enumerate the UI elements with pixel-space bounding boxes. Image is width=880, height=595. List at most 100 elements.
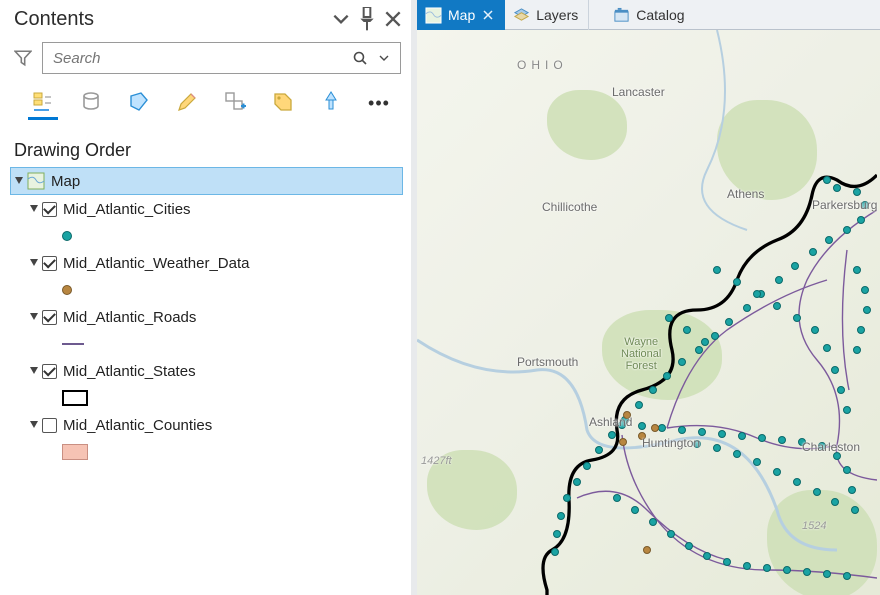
city-point[interactable] [573,478,581,486]
city-point[interactable] [608,431,616,439]
city-point[interactable] [763,564,771,572]
city-point[interactable] [718,430,726,438]
layer-node[interactable]: Mid_Atlantic_Roads [26,303,403,331]
city-point[interactable] [713,444,721,452]
city-point[interactable] [778,436,786,444]
city-point[interactable] [557,512,565,520]
tab-map[interactable]: Map [417,0,505,30]
city-point[interactable] [833,184,841,192]
list-by-labeling-button[interactable] [268,86,298,120]
weather-point[interactable] [619,438,627,446]
city-point[interactable] [813,488,821,496]
layer-node[interactable]: Mid_Atlantic_Weather_Data [26,249,403,277]
city-point[interactable] [711,332,719,340]
city-point[interactable] [851,506,859,514]
layer-node[interactable]: Mid_Atlantic_Counties [26,411,403,439]
city-point[interactable] [635,401,643,409]
map-canvas[interactable]: OHIO Wayne National Forest Lancas [417,30,880,595]
list-by-data-source-button[interactable] [76,86,106,120]
search-input[interactable] [53,50,348,67]
city-point[interactable] [843,226,851,234]
caret-icon[interactable] [28,365,40,377]
pin-icon[interactable] [357,9,377,29]
city-point[interactable] [743,562,751,570]
city-point[interactable] [703,552,711,560]
city-point[interactable] [698,428,706,436]
caret-icon[interactable] [28,257,40,269]
list-by-editing-button[interactable] [172,86,202,120]
city-point[interactable] [733,278,741,286]
city-point[interactable] [823,344,831,352]
layer-node[interactable]: Mid_Atlantic_Cities [26,195,403,223]
city-point[interactable] [823,176,831,184]
city-point[interactable] [701,338,709,346]
city-point[interactable] [631,506,639,514]
city-point[interactable] [853,346,861,354]
city-point[interactable] [678,358,686,366]
city-point[interactable] [649,386,657,394]
list-by-perspective-button[interactable] [316,86,346,120]
city-point[interactable] [857,326,865,334]
map-root-node[interactable]: Map [10,167,403,195]
city-point[interactable] [783,566,791,574]
city-point[interactable] [863,306,871,314]
city-point[interactable] [753,458,761,466]
search-dropdown-icon[interactable] [372,46,396,70]
more-options-button[interactable]: ••• [364,86,394,120]
tab-catalog[interactable]: Catalog [589,0,694,30]
city-point[interactable] [831,366,839,374]
city-point[interactable] [853,266,861,274]
city-point[interactable] [658,424,666,432]
city-point[interactable] [663,372,671,380]
close-icon[interactable] [383,9,403,29]
weather-point[interactable] [643,546,651,554]
layer-symbol[interactable] [60,277,403,303]
city-point[interactable] [551,548,559,556]
layer-checkbox[interactable] [42,418,57,433]
layer-node[interactable]: Mid_Atlantic_States [26,357,403,385]
caret-icon[interactable] [28,203,40,215]
city-point[interactable] [753,290,761,298]
city-point[interactable] [678,426,686,434]
layer-checkbox[interactable] [42,310,57,325]
city-point[interactable] [773,302,781,310]
city-point[interactable] [583,462,591,470]
city-point[interactable] [791,262,799,270]
city-point[interactable] [649,518,657,526]
city-point[interactable] [843,406,851,414]
layer-checkbox[interactable] [42,364,57,379]
city-point[interactable] [725,318,733,326]
caret-icon[interactable] [28,419,40,431]
city-point[interactable] [733,450,741,458]
city-point[interactable] [695,346,703,354]
layer-symbol[interactable] [60,385,403,411]
layer-checkbox[interactable] [42,202,57,217]
city-point[interactable] [613,494,621,502]
city-point[interactable] [809,248,817,256]
city-point[interactable] [823,570,831,578]
layer-symbol[interactable] [60,223,403,249]
city-point[interactable] [831,498,839,506]
options-caret-icon[interactable] [331,9,351,29]
filter-icon[interactable] [10,43,36,73]
city-point[interactable] [738,432,746,440]
city-point[interactable] [775,276,783,284]
city-point[interactable] [595,446,603,454]
city-point[interactable] [843,572,851,580]
city-point[interactable] [773,468,781,476]
city-point[interactable] [683,326,691,334]
city-point[interactable] [811,326,819,334]
list-by-selection-button[interactable] [124,86,154,120]
city-point[interactable] [793,478,801,486]
city-point[interactable] [743,304,751,312]
layer-checkbox[interactable] [42,256,57,271]
city-point[interactable] [837,386,845,394]
city-point[interactable] [861,286,869,294]
city-point[interactable] [848,486,856,494]
city-point[interactable] [843,466,851,474]
search-icon[interactable] [348,46,372,70]
list-by-snapping-button[interactable] [220,86,250,120]
city-point[interactable] [723,558,731,566]
close-icon[interactable] [481,8,495,22]
weather-point[interactable] [651,424,659,432]
